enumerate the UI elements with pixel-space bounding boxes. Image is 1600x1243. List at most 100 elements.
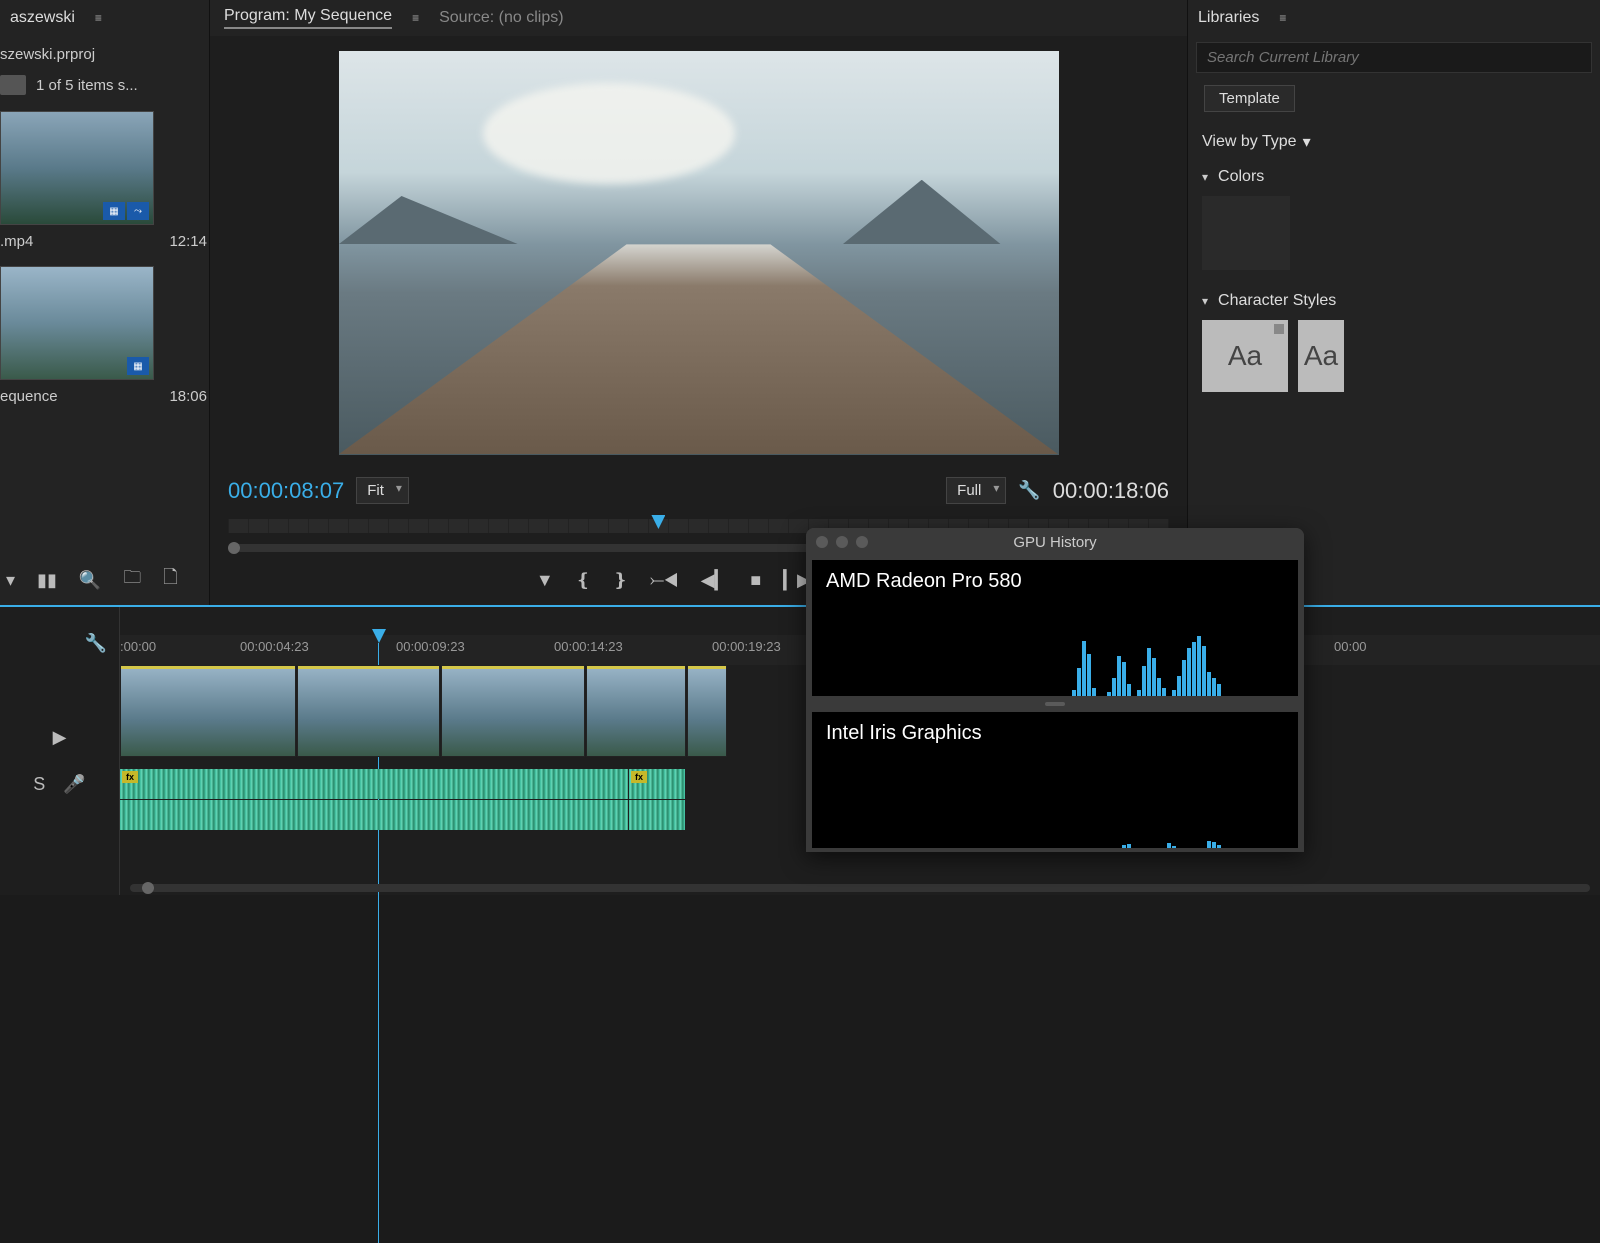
fx-badge: fx: [122, 771, 138, 783]
badge-icon: [1274, 324, 1284, 334]
view-dropdown-icon[interactable]: ▾: [6, 570, 15, 591]
gpu-bar: [1122, 662, 1126, 696]
gpu-bar: [1172, 690, 1176, 696]
character-style[interactable]: Aa: [1298, 320, 1344, 392]
gpu-card-name: Intel Iris Graphics: [826, 722, 1284, 745]
bin-item-sequence[interactable]: ▦ equence 18:06: [0, 262, 209, 417]
ruler-mark: 00:00:14:23: [554, 639, 623, 654]
sequence-thumbnail[interactable]: ▦: [0, 266, 154, 380]
clip-duration: 12:14: [169, 233, 207, 250]
libraries-panel: Libraries ≡ Template View by Type ▾ Colo…: [1188, 0, 1600, 605]
gpu-bar: [1112, 678, 1116, 696]
gpu-bar: [1157, 678, 1161, 696]
bin-icon[interactable]: [0, 75, 26, 95]
bin-item-clip[interactable]: ▦ ⤳ .mp4 12:14: [0, 107, 209, 262]
gpu-bar: [1177, 676, 1181, 696]
out-point-button[interactable]: ❵: [613, 570, 628, 591]
color-swatch[interactable]: [1202, 196, 1290, 270]
settings-icon[interactable]: 🔧: [1018, 480, 1040, 501]
video-clip[interactable]: [120, 665, 296, 757]
gpu-section-amd: AMD Radeon Pro 580: [812, 560, 1298, 696]
project-tab[interactable]: aszewski: [10, 9, 75, 27]
clip-thumbnail[interactable]: ▦ ⤳: [0, 111, 154, 225]
video-clip[interactable]: [586, 665, 686, 757]
libraries-tab[interactable]: Libraries: [1198, 9, 1259, 27]
video-clip[interactable]: [441, 665, 585, 757]
timecode-in[interactable]: 00:00:08:07: [228, 478, 344, 504]
zoom-handle[interactable]: [228, 542, 240, 554]
timeline-settings-icon[interactable]: 🔧: [85, 633, 107, 654]
video-clip[interactable]: [297, 665, 440, 757]
new-item-icon[interactable]: 🗋: [163, 565, 177, 595]
step-back-button[interactable]: ◀▎: [701, 570, 729, 591]
audio-clip[interactable]: fx: [120, 769, 628, 799]
gpu-bar: [1152, 658, 1156, 696]
gpu-bar: [1202, 646, 1206, 696]
gpu-bar: [1082, 641, 1086, 696]
audio-clip[interactable]: [120, 800, 628, 830]
ruler-mark: 00:00:19:23: [712, 639, 781, 654]
audio-icon: ⤳: [127, 202, 149, 220]
gpu-history-window[interactable]: GPU History AMD Radeon Pro 580 Intel Iri…: [806, 528, 1304, 852]
audio-clip[interactable]: fx: [629, 769, 685, 799]
zoom-dropdown[interactable]: Fit: [356, 477, 409, 504]
gpu-bar: [1127, 684, 1131, 696]
gpu-window-title: GPU History: [806, 534, 1304, 551]
in-point-button[interactable]: ❴: [576, 570, 591, 591]
panel-menu-icon[interactable]: ≡: [1277, 9, 1288, 27]
character-style[interactable]: Aa: [1202, 320, 1288, 392]
view-by-type[interactable]: View by Type: [1202, 133, 1297, 151]
program-viewport[interactable]: [210, 36, 1187, 469]
sequence-name: equence: [0, 388, 58, 405]
gpu-bar: [1122, 845, 1126, 848]
resolution-dropdown[interactable]: Full: [946, 477, 1006, 504]
gpu-bar: [1192, 642, 1196, 696]
dropdown-icon[interactable]: ▾: [1303, 132, 1311, 152]
zoom-handle[interactable]: [142, 882, 154, 894]
template-button[interactable]: Template: [1204, 85, 1295, 112]
gpu-titlebar[interactable]: GPU History: [806, 528, 1304, 556]
gpu-bar: [1072, 690, 1076, 696]
folder-icon[interactable]: 🗀: [123, 565, 141, 595]
timeline-playhead[interactable]: [372, 629, 386, 643]
program-tab[interactable]: Program: My Sequence: [224, 7, 392, 29]
items-count: 1 of 5 items s...: [36, 77, 138, 94]
project-panel: aszewski ≡ szewski.prproj 1 of 5 items s…: [0, 0, 210, 605]
gpu-divider[interactable]: [806, 700, 1304, 708]
char-styles-section[interactable]: Character Styles: [1188, 282, 1600, 316]
voiceover-icon[interactable]: 🎤: [63, 774, 85, 795]
video-clip[interactable]: [687, 665, 727, 757]
playhead-marker[interactable]: [651, 515, 665, 529]
gpu-bar: [1162, 688, 1166, 696]
solo-toggle[interactable]: S: [33, 774, 45, 795]
fx-badge: fx: [631, 771, 647, 783]
marker-button[interactable]: ▼: [536, 570, 554, 591]
expand-track-icon[interactable]: ▶: [53, 727, 67, 748]
clip-name: .mp4: [0, 233, 33, 250]
project-filename: szewski.prproj: [0, 36, 209, 69]
search-icon[interactable]: 🔍: [79, 570, 101, 591]
list-view-icon[interactable]: ▮▮: [37, 570, 57, 591]
gpu-bar: [1172, 846, 1176, 848]
gpu-bar: [1142, 666, 1146, 696]
gpu-bar: [1092, 688, 1096, 696]
gpu-bar: [1117, 656, 1121, 696]
gpu-bar: [1137, 690, 1141, 696]
panel-menu-icon[interactable]: ≡: [410, 9, 421, 27]
gpu-bar: [1107, 692, 1111, 696]
play-stop-button[interactable]: ■: [750, 570, 761, 591]
audio-clip[interactable]: [629, 800, 685, 830]
panel-menu-icon[interactable]: ≡: [93, 9, 104, 27]
timecode-out[interactable]: 00:00:18:06: [1053, 478, 1169, 504]
gpu-bar: [1212, 842, 1216, 848]
timeline-zoom[interactable]: [130, 884, 1590, 892]
gpu-bar: [1127, 844, 1131, 848]
ruler-mark: 00:00:04:23: [240, 639, 309, 654]
gpu-bar: [1217, 684, 1221, 696]
go-to-in-button[interactable]: ⤚◀: [650, 570, 679, 591]
source-tab[interactable]: Source: (no clips): [439, 9, 564, 27]
colors-section[interactable]: Colors: [1188, 158, 1600, 192]
library-search-input[interactable]: [1196, 42, 1592, 73]
gpu-bar: [1187, 648, 1191, 696]
ruler-mark: 00:00:09:23: [396, 639, 465, 654]
